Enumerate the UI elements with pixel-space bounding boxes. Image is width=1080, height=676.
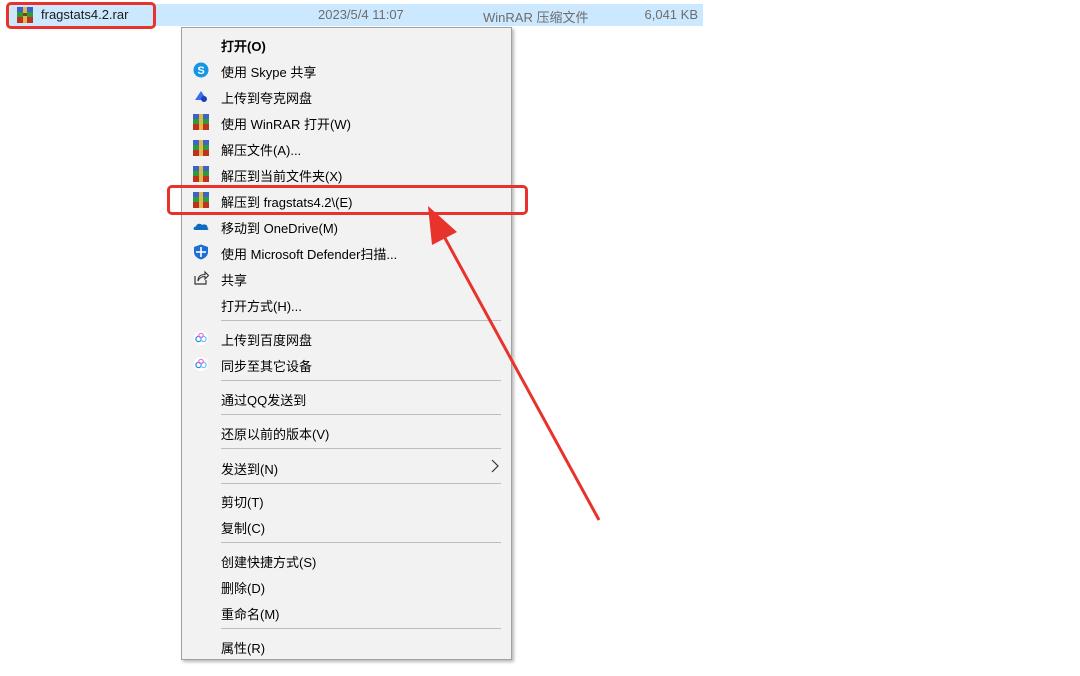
- menu-item-defender-scan[interactable]: 使用 Microsoft Defender扫描...: [182, 240, 511, 264]
- menu-item-skype-share[interactable]: S 使用 Skype 共享: [182, 58, 511, 82]
- menu-item-properties[interactable]: 属性(R): [182, 634, 511, 658]
- menu-item-label: 移动到 OneDrive(M): [221, 221, 339, 236]
- winrar-icon: [193, 114, 209, 130]
- menu-item-extract-files[interactable]: 解压文件(A)...: [182, 136, 511, 160]
- menu-item-extract-here[interactable]: 解压到当前文件夹(X): [182, 162, 511, 186]
- menu-item-quark-upload[interactable]: 上传到夸克网盘: [182, 84, 511, 108]
- defender-shield-icon: [194, 244, 208, 260]
- annotation-arrow: [428, 206, 601, 521]
- menu-item-label: 打开(O): [221, 39, 266, 54]
- context-menu: 打开(O) S 使用 Skype 共享 上传到夸克网盘 使用 WinRAR 打开…: [181, 27, 512, 660]
- highlight-box-file: [6, 2, 156, 29]
- winrar-icon: [193, 166, 209, 182]
- menu-item-delete[interactable]: 删除(D): [182, 574, 511, 598]
- winrar-icon: [193, 140, 209, 156]
- file-modified-date: 2023/5/4 11:07: [318, 7, 404, 22]
- menu-item-label: 复制(C): [221, 521, 266, 536]
- menu-separator: [221, 380, 501, 381]
- menu-item-label: 创建快捷方式(S): [221, 555, 317, 570]
- menu-item-label: 属性(R): [221, 641, 266, 656]
- menu-item-label: 上传到夸克网盘: [221, 91, 313, 106]
- menu-item-rename[interactable]: 重命名(M): [182, 600, 511, 624]
- file-type: WinRAR 压缩文件: [483, 10, 589, 25]
- menu-item-label: 解压文件(A)...: [221, 143, 302, 158]
- menu-item-label: 剪切(T): [221, 495, 264, 510]
- menu-item-copy[interactable]: 复制(C): [182, 514, 511, 538]
- menu-item-share[interactable]: 共享: [182, 266, 511, 290]
- menu-item-send-via-qq[interactable]: 通过QQ发送到: [182, 386, 511, 410]
- menu-item-restore-versions[interactable]: 还原以前的版本(V): [182, 420, 511, 444]
- menu-item-move-onedrive[interactable]: 移动到 OneDrive(M): [182, 214, 511, 238]
- menu-item-open[interactable]: 打开(O): [182, 32, 511, 56]
- menu-separator: [221, 628, 501, 629]
- file-size: 6,041 KB: [644, 7, 699, 22]
- skype-icon: S: [193, 62, 209, 78]
- quark-cloud-icon: [195, 91, 207, 102]
- menu-separator: [221, 320, 501, 321]
- menu-item-label: 发送到(N): [221, 462, 279, 477]
- menu-item-label: 使用 Microsoft Defender扫描...: [221, 247, 398, 262]
- menu-item-create-shortcut[interactable]: 创建快捷方式(S): [182, 548, 511, 572]
- menu-item-label: 上传到百度网盘: [221, 333, 313, 348]
- menu-item-baidu-upload[interactable]: 上传到百度网盘: [182, 326, 511, 350]
- menu-item-label: 通过QQ发送到: [221, 393, 307, 408]
- menu-item-cut[interactable]: 剪切(T): [182, 488, 511, 512]
- menu-item-label: 还原以前的版本(V): [221, 427, 330, 442]
- chevron-right-icon: [491, 459, 499, 473]
- menu-item-label: 使用 Skype 共享: [221, 65, 317, 80]
- menu-item-label: 打开方式(H)...: [221, 299, 302, 314]
- baidu-netdisk-icon: [194, 357, 208, 371]
- share-icon: [194, 270, 209, 285]
- baidu-netdisk-icon: [194, 331, 208, 345]
- menu-separator: [221, 448, 501, 449]
- menu-item-open-with[interactable]: 打开方式(H)...: [182, 292, 511, 316]
- menu-item-label: 解压到当前文件夹(X): [221, 169, 343, 184]
- menu-separator: [221, 483, 501, 484]
- menu-separator: [221, 542, 501, 543]
- onedrive-icon: [193, 223, 209, 230]
- menu-item-label: 共享: [221, 273, 248, 288]
- highlight-box-extract-to: [167, 185, 528, 215]
- menu-item-label: 同步至其它设备: [221, 359, 313, 374]
- svg-text:S: S: [197, 65, 204, 77]
- menu-item-label: 使用 WinRAR 打开(W): [221, 117, 351, 132]
- menu-item-label: 删除(D): [221, 581, 266, 596]
- menu-item-label: 重命名(M): [221, 607, 280, 622]
- menu-item-sync-devices[interactable]: 同步至其它设备: [182, 352, 511, 376]
- menu-item-open-winrar[interactable]: 使用 WinRAR 打开(W): [182, 110, 511, 134]
- menu-separator: [221, 414, 501, 415]
- menu-item-send-to[interactable]: 发送到(N): [182, 455, 511, 479]
